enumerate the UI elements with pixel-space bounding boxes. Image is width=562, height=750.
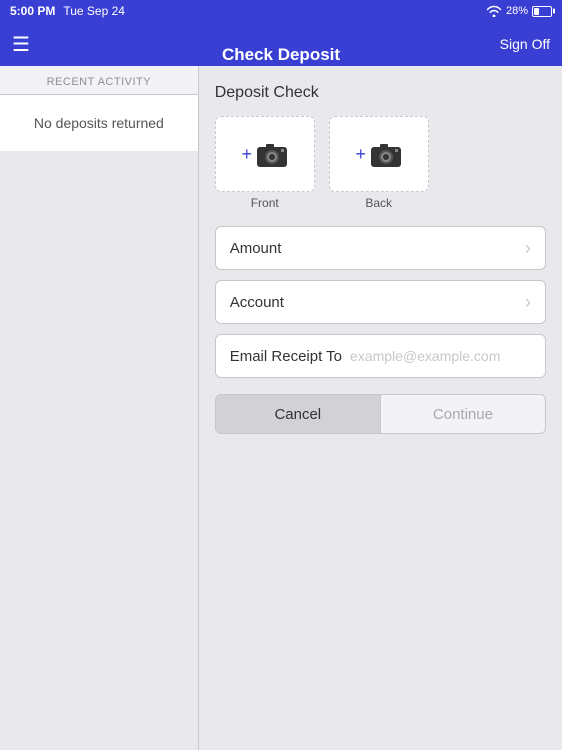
menu-icon[interactable]: ☰ [12,32,30,57]
main-content: RECENT ACTIVITY No deposits returned Dep… [0,66,562,750]
button-row: Cancel Continue [215,394,546,434]
account-label: Account [230,294,284,311]
sign-off-button[interactable]: Sign Off [500,36,550,52]
battery-icon [532,6,552,17]
status-date: Tue Sep 24 [63,4,125,18]
amount-chevron-icon: › [525,238,531,259]
back-camera-icon [370,140,402,168]
amount-field[interactable]: Amount › [215,226,546,270]
amount-label: Amount [230,240,282,257]
status-time: 5:00 PM [10,4,55,18]
cancel-button[interactable]: Cancel [215,394,381,434]
front-photo-container: + Front [215,116,315,210]
account-chevron-icon: › [525,292,531,313]
app-header: ☰ Check Deposit Sign Off [0,22,562,66]
deposit-check-title: Deposit Check [215,84,546,102]
front-plus-icon: + [241,144,252,165]
email-input[interactable] [350,348,531,364]
continue-button[interactable]: Continue [381,394,546,434]
front-label: Front [251,196,279,210]
front-camera-icon [256,140,288,168]
email-receipt-row: Email Receipt To [215,334,546,378]
back-photo-container: + Back [329,116,429,210]
wifi-icon [486,5,502,17]
right-panel: Deposit Check + Front [199,66,562,750]
email-receipt-label: Email Receipt To [230,348,342,365]
page-title: Check Deposit [222,45,340,65]
battery-percent: 28% [506,5,528,17]
camera-row: + Front + [215,116,546,210]
back-photo-button[interactable]: + [329,116,429,192]
left-panel: RECENT ACTIVITY No deposits returned [0,66,199,750]
back-label: Back [365,196,392,210]
status-icons: 28% [486,5,552,17]
no-deposits-message: No deposits returned [0,95,198,151]
account-field[interactable]: Account › [215,280,546,324]
recent-activity-header: RECENT ACTIVITY [0,66,198,95]
status-bar: 5:00 PM Tue Sep 24 28% [0,0,562,22]
front-photo-button[interactable]: + [215,116,315,192]
back-plus-icon: + [355,144,366,165]
